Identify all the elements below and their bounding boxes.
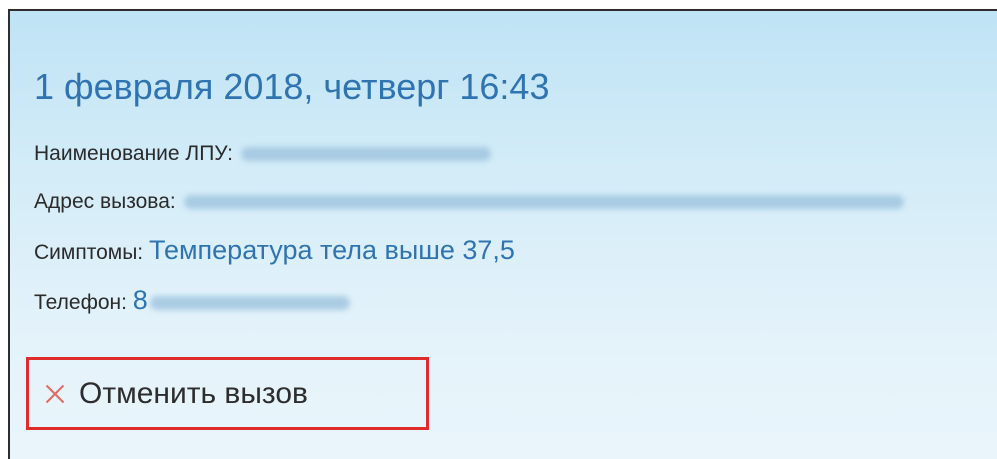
symptoms-value: Температура тела выше 37,5 [148,235,515,265]
close-icon [45,384,65,404]
lpu-value-redacted [241,147,491,162]
symptoms-row: Симптомы: Температура тела выше 37,5 [34,237,515,266]
symptoms-label: Симптомы: [34,241,144,264]
address-label: Адрес вызова: [34,190,176,213]
phone-label: Телефон: [34,291,127,314]
phone-row: Телефон: 8 [34,287,350,316]
cancel-call-button[interactable]: Отменить вызов [26,357,429,430]
phone-prefix: 8 [132,285,148,315]
lpu-label: Наименование ЛПУ: [34,142,233,165]
call-card: 1 февраля 2018, четверг 16:43 Наименован… [8,9,997,459]
phone-value-redacted [149,296,350,311]
lpu-row: Наименование ЛПУ: [34,141,491,167]
cancel-call-label: Отменить вызов [79,376,308,410]
address-row: Адрес вызова: [34,189,904,215]
call-date-title: 1 февраля 2018, четверг 16:43 [34,66,550,107]
address-value-redacted [183,195,904,210]
